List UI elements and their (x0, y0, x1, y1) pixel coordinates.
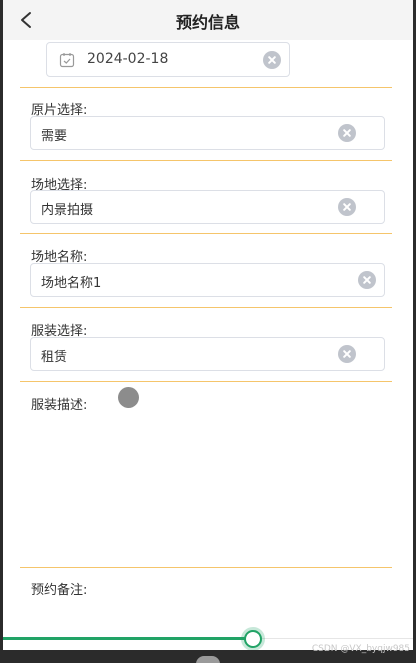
progress-track (262, 638, 413, 639)
touch-indicator (118, 387, 139, 408)
left-frame-edge (0, 0, 3, 663)
venue-name-input[interactable]: 场地名称1 (30, 263, 385, 297)
watermark: CSDN @VX_byqjw985 (311, 644, 410, 654)
date-value: 2024-02-18 (87, 51, 169, 67)
venue-select[interactable]: 内景拍摄 (30, 190, 385, 224)
clear-icon[interactable] (338, 198, 356, 216)
costume-select-value: 租赁 (41, 350, 68, 365)
progress-fill (3, 637, 253, 640)
divider (20, 233, 392, 234)
calendar-icon (59, 53, 75, 68)
clear-icon[interactable] (263, 51, 281, 69)
home-indicator[interactable] (196, 656, 220, 663)
divider (20, 307, 392, 308)
header-bar: 预约信息 (3, 0, 413, 40)
page-title: 预约信息 (175, 13, 240, 32)
costume-desc-label: 服装描述: (31, 398, 88, 413)
divider (20, 567, 392, 568)
original-photo-value: 需要 (41, 129, 68, 144)
original-photo-select[interactable]: 需要 (30, 116, 385, 150)
clear-icon[interactable] (358, 271, 376, 289)
divider (20, 381, 392, 382)
date-picker-input[interactable]: 2024-02-18 (46, 42, 290, 77)
divider (20, 87, 392, 88)
venue-select-value: 内景拍摄 (41, 203, 94, 218)
progress-handle[interactable] (244, 630, 262, 648)
clear-icon[interactable] (338, 345, 356, 363)
venue-name-value: 场地名称1 (41, 276, 102, 291)
remark-label: 预约备注: (31, 583, 88, 598)
costume-select[interactable]: 租赁 (30, 337, 385, 371)
clear-icon[interactable] (338, 124, 356, 142)
divider (20, 160, 392, 161)
